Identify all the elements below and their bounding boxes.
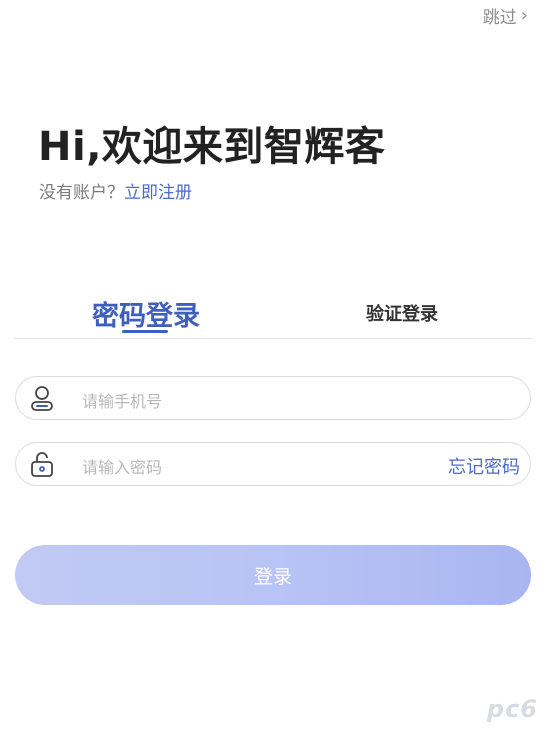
lock-icon: [28, 450, 56, 478]
forgot-password-link[interactable]: 忘记密码: [448, 453, 520, 479]
tab-password-login[interactable]: 密码登录: [92, 294, 200, 333]
login-tabs: 密码登录 验证登录: [14, 288, 532, 339]
phone-field[interactable]: 请输手机号: [15, 376, 531, 420]
skip-label: 跳过: [482, 8, 517, 28]
register-link[interactable]: 立即注册: [124, 183, 192, 203]
watermark-logo: pc6: [486, 695, 538, 723]
password-field[interactable]: 请输入密码 忘记密码: [15, 442, 531, 486]
tab-code-login[interactable]: 验证登录: [366, 300, 438, 326]
skip-button[interactable]: 跳过 ›: [483, 3, 528, 28]
active-tab-indicator: [122, 330, 168, 333]
chevron-right-icon: ›: [520, 5, 528, 26]
welcome-title: Hi,欢迎来到智辉客: [38, 124, 386, 170]
no-account-text: 没有账户？: [39, 183, 124, 203]
user-icon: [28, 384, 56, 412]
password-placeholder: 请输入密码: [82, 458, 163, 477]
login-button[interactable]: 登录: [15, 545, 531, 605]
phone-placeholder: 请输手机号: [82, 392, 163, 411]
register-prompt: 没有账户？立即注册: [39, 178, 192, 203]
